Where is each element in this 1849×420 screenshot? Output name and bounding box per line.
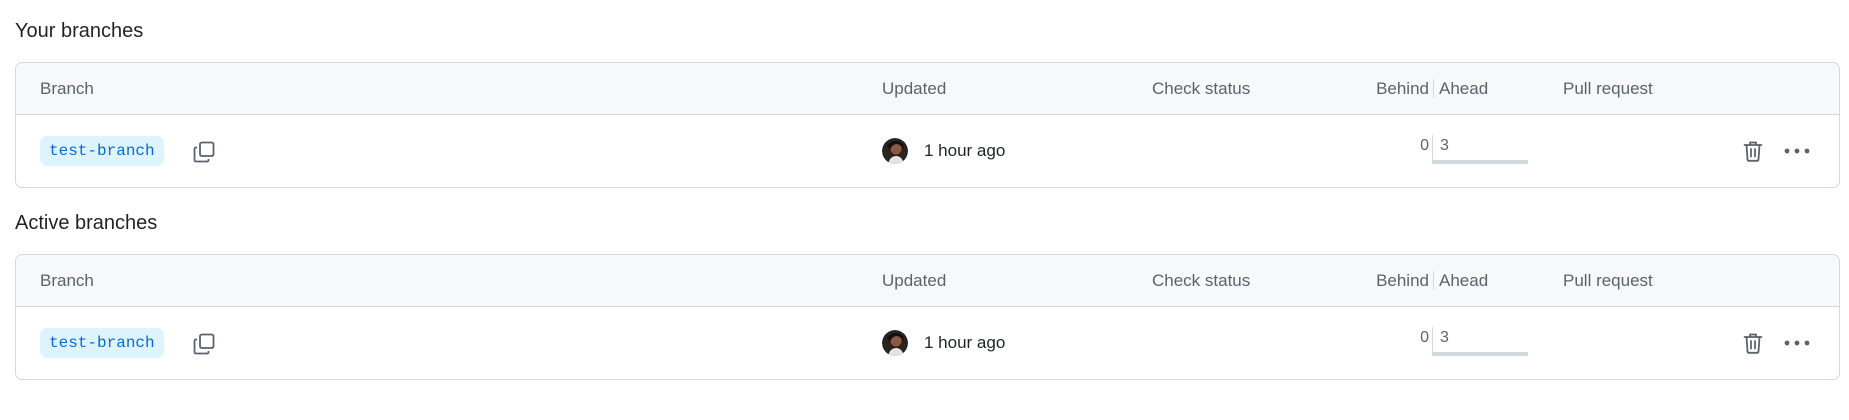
table-header: Branch Updated Check status Behind Ahead…	[16, 255, 1839, 307]
header-check-status: Check status	[1152, 78, 1251, 98]
branches-table: Branch Updated Check status Behind Ahead…	[15, 62, 1840, 188]
more-options-button[interactable]	[1783, 137, 1811, 165]
header-pull-request: Pull request	[1563, 78, 1653, 98]
section-title: Your branches	[15, 20, 144, 42]
delete-branch-button[interactable]	[1739, 329, 1767, 357]
table-row: test-branch 1 hour ago 0 3	[16, 115, 1839, 187]
section-title: Active branches	[15, 212, 158, 234]
header-ahead: Ahead	[1439, 270, 1489, 290]
header-check-status: Check status	[1152, 270, 1251, 290]
header-updated: Updated	[882, 270, 947, 290]
updated-time: 1 hour ago	[924, 141, 1006, 160]
updated-cell: 1 hour ago	[882, 307, 1005, 379]
copy-icon	[193, 141, 215, 163]
row-actions	[1739, 137, 1811, 165]
header-divider	[1433, 79, 1434, 98]
ahead-count: 3	[1440, 329, 1449, 346]
ahead-count: 3	[1440, 137, 1449, 154]
behind-count: 0	[1420, 137, 1429, 154]
branches-table: Branch Updated Check status Behind Ahead…	[15, 254, 1840, 380]
avatar[interactable]	[882, 330, 908, 356]
table-row: test-branch 1 hour ago 0 3	[16, 307, 1839, 379]
behind-count: 0	[1420, 329, 1429, 346]
header-ahead: Ahead	[1439, 78, 1489, 98]
ahead-bar-fill	[1433, 352, 1528, 356]
branch-name-link[interactable]: test-branch	[40, 136, 164, 166]
row-actions	[1739, 329, 1811, 357]
branch-cell: test-branch	[40, 307, 164, 379]
more-options-button[interactable]	[1783, 329, 1811, 357]
updated-cell: 1 hour ago	[882, 115, 1005, 187]
ahead-bar-fill	[1433, 160, 1528, 164]
active-branches-section: Active branches Branch Updated Check sta…	[15, 210, 1840, 380]
kebab-horizontal-icon	[1784, 340, 1810, 346]
table-header: Branch Updated Check status Behind Ahead…	[16, 63, 1839, 115]
copy-branch-name-button[interactable]	[190, 138, 218, 166]
header-behind: Behind	[1376, 78, 1429, 98]
trash-icon	[1743, 141, 1763, 162]
header-branch: Branch	[40, 270, 94, 290]
copy-branch-name-button[interactable]	[190, 330, 218, 358]
ahead-bar	[1433, 352, 1528, 356]
header-updated: Updated	[882, 78, 947, 98]
branch-name-link[interactable]: test-branch	[40, 328, 164, 358]
ahead-bar	[1433, 160, 1528, 164]
header-branch: Branch	[40, 78, 94, 98]
kebab-horizontal-icon	[1784, 148, 1810, 154]
header-behind: Behind	[1376, 270, 1429, 290]
delete-branch-button[interactable]	[1739, 137, 1767, 165]
your-branches-section: Your branches Branch Updated Check statu…	[15, 18, 1840, 188]
copy-icon	[193, 333, 215, 355]
trash-icon	[1743, 333, 1763, 354]
header-divider	[1433, 271, 1434, 290]
avatar[interactable]	[882, 138, 908, 164]
header-pull-request: Pull request	[1563, 270, 1653, 290]
branch-cell: test-branch	[40, 115, 164, 187]
updated-time: 1 hour ago	[924, 333, 1006, 352]
